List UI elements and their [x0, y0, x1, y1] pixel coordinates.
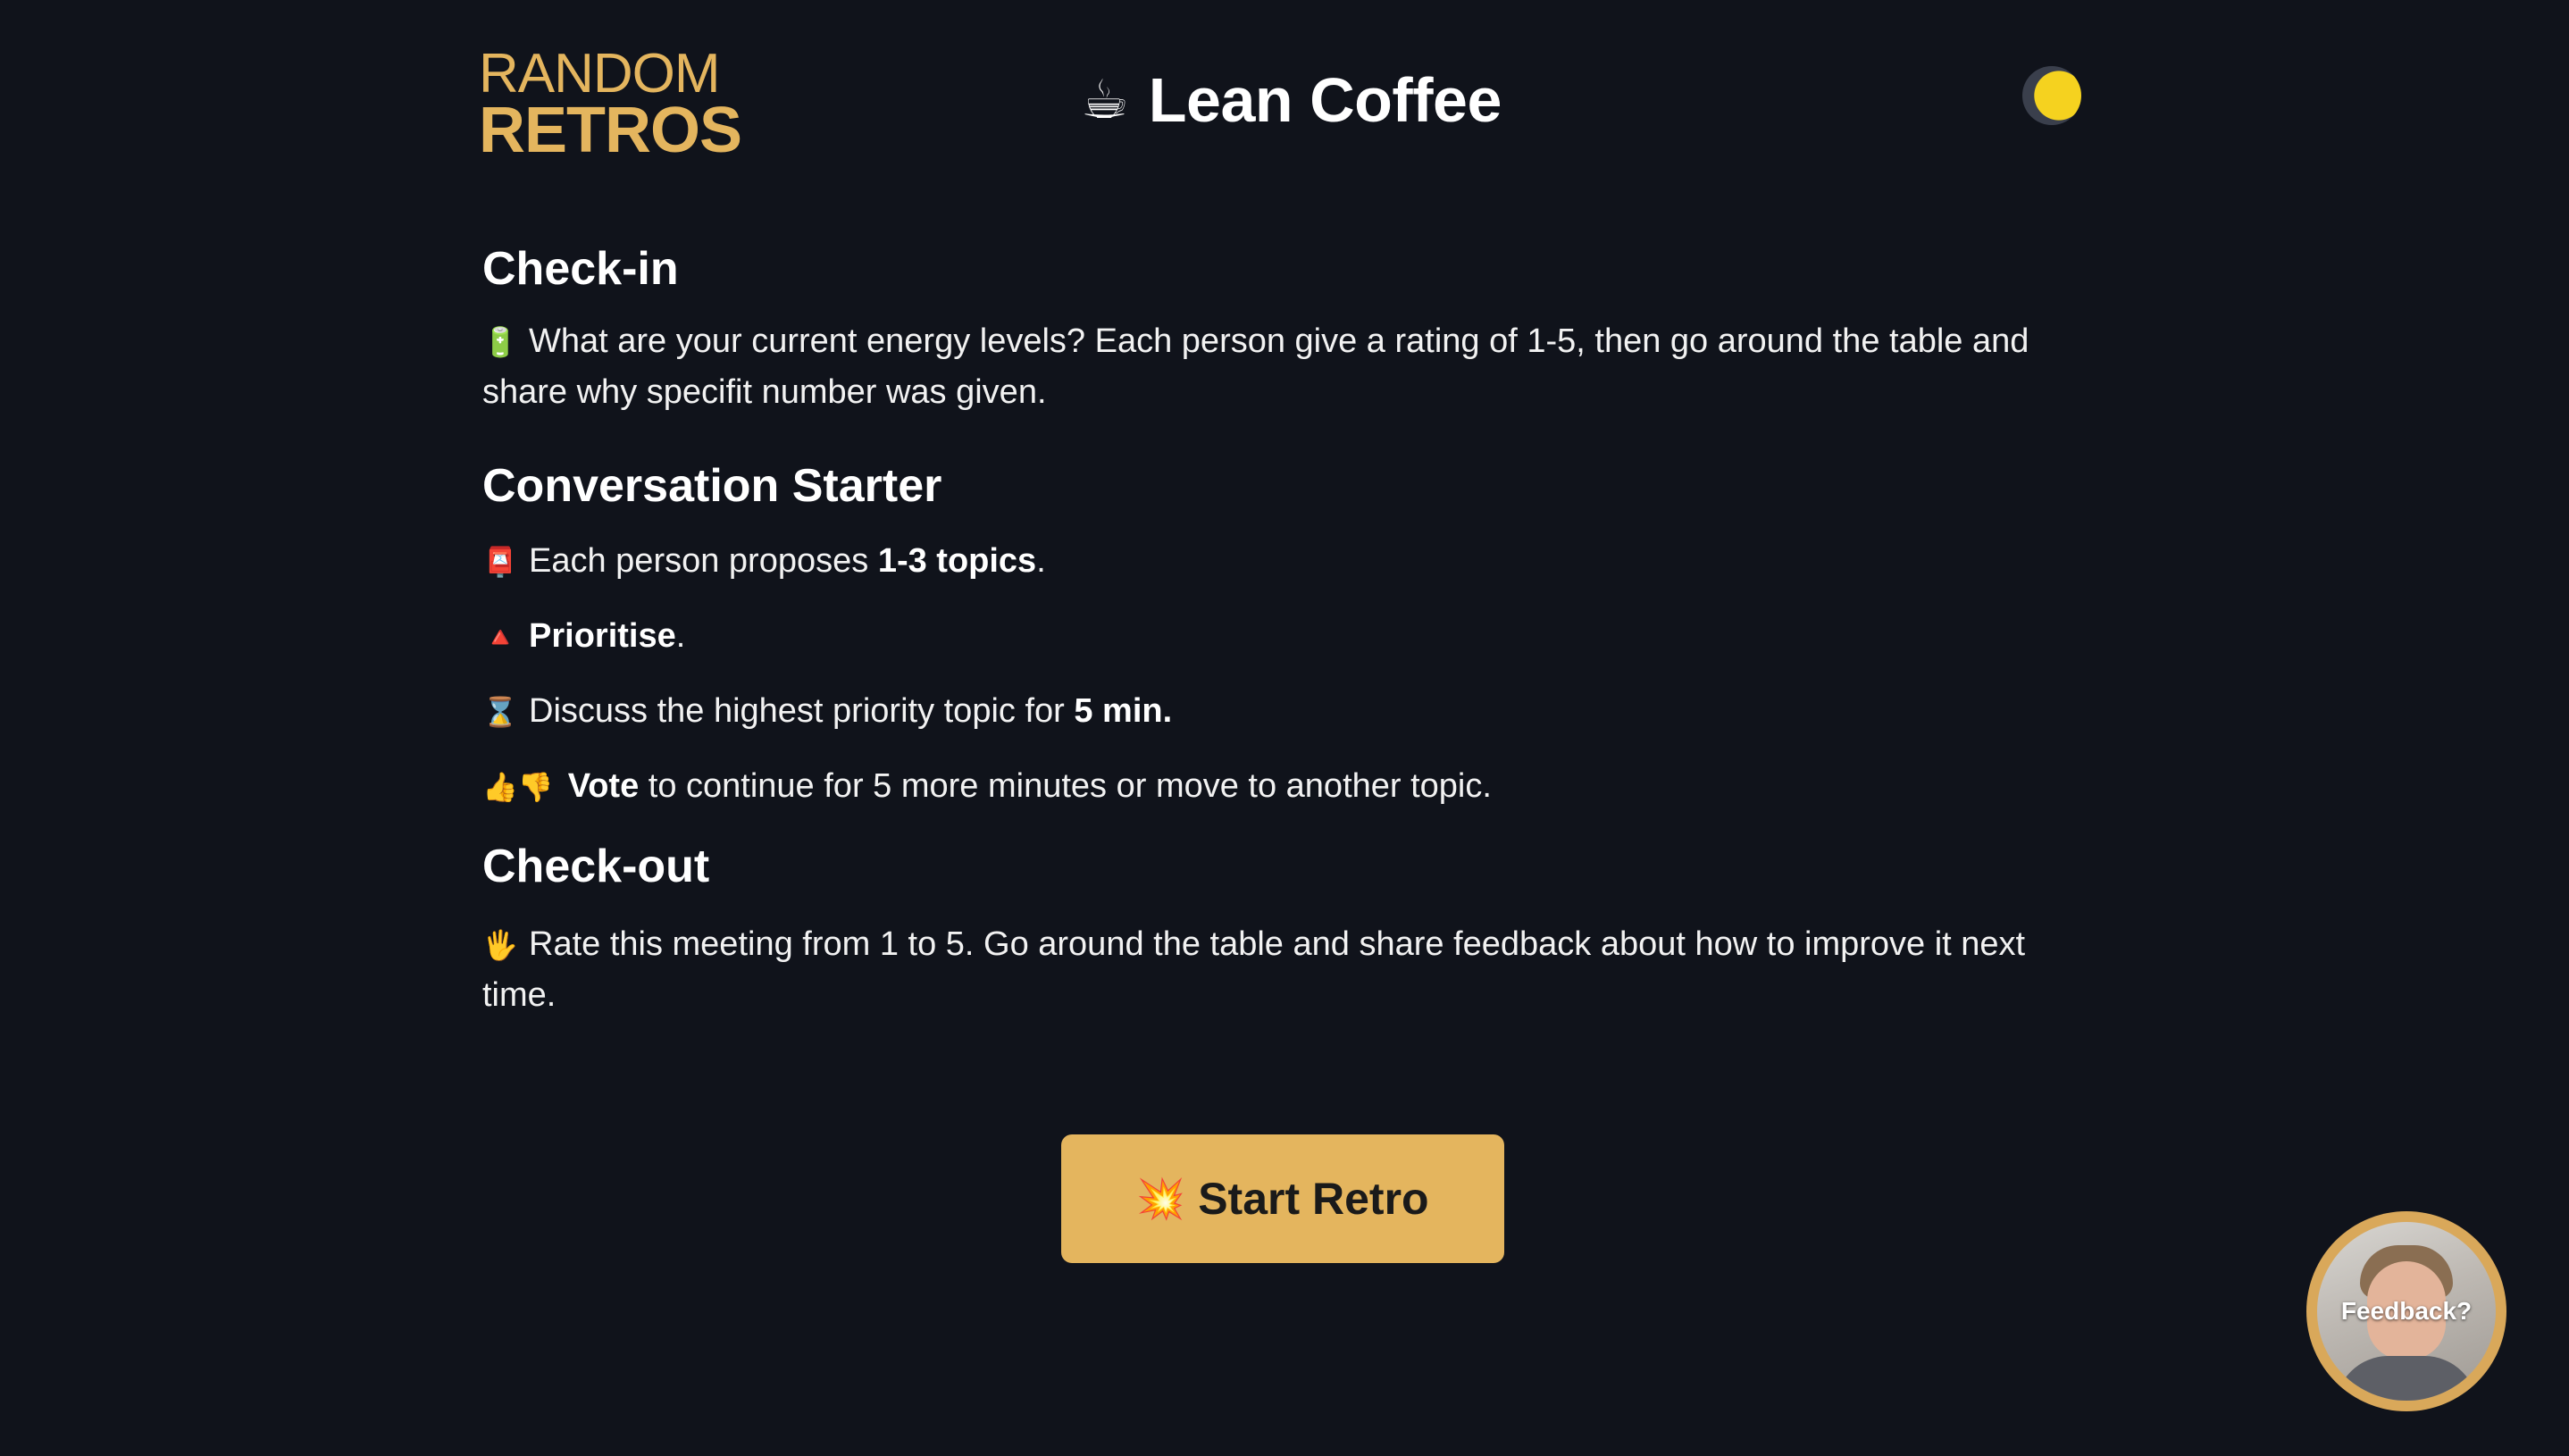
postbox-icon: 📮	[482, 545, 518, 578]
section-checkin: Check-in 🔋 What are your current energy l…	[482, 241, 2090, 417]
red-triangle-icon: 🔺	[482, 620, 518, 653]
checkin-text-body: What are your current energy levels? Eac…	[482, 322, 2029, 412]
section-heading-checkin: Check-in	[482, 243, 679, 295]
coffee-icon: ☕	[1081, 70, 1129, 130]
logo-line-retros: RETROS	[479, 95, 742, 166]
start-retro-label: Start Retro	[1198, 1174, 1429, 1224]
item-text-after: .	[1036, 541, 1046, 580]
list-item: 🔺 Prioritise.	[482, 611, 2090, 662]
item-text: Discuss the highest priority topic for	[529, 691, 1075, 730]
logo-line-random: RANDOM	[479, 43, 721, 105]
thumbs-up-down-icon: 👍👎	[482, 770, 554, 803]
start-retro-button[interactable]: 💥 Start Retro	[1061, 1134, 1504, 1263]
logo[interactable]: RANDOM RETROS	[479, 43, 742, 166]
page: RANDOM RETROS ☕ Lean Coffee Check-in 🔋 Wh…	[0, 0, 2569, 1456]
raised-hand-icon: 🖐	[482, 929, 518, 962]
page-title: Lean Coffee	[1148, 65, 1502, 135]
retro-content: Check-in 🔋 What are your current energy l…	[482, 241, 2090, 1020]
item-bold: 1-3 topics	[877, 541, 1037, 580]
section-conversation-starter: Conversation Starter 📮 Each person propos…	[482, 458, 2090, 811]
item-bold: 5 min.	[1074, 691, 1173, 730]
battery-icon: 🔋	[482, 326, 518, 359]
feedback-button[interactable]: Feedback?	[2306, 1211, 2506, 1411]
section-heading-conversation: Conversation Starter	[482, 460, 942, 513]
list-item: 👍👎 Vote to continue for 5 more minutes or…	[482, 761, 2090, 812]
checkout-text-body: Rate this meeting from 1 to 5. Go around…	[482, 925, 2026, 1015]
list-item: ⌛ Discuss the highest priority topic for …	[482, 686, 2090, 737]
item-text-after: .	[675, 616, 686, 655]
item-bold: Prioritise	[529, 616, 676, 655]
checkout-text: 🖐 Rate this meeting from 1 to 5. Go aroun…	[482, 919, 2090, 1020]
item-text: Each person proposes	[529, 541, 878, 580]
checkin-text: 🔋 What are your current energy levels? Ea…	[482, 316, 2090, 417]
list-item: 📮 Each person proposes 1-3 topics.	[482, 536, 2090, 587]
section-heading-checkout: Check-out	[482, 840, 710, 892]
feedback-label: Feedback?	[2340, 1297, 2473, 1325]
page-title-group: ☕ Lean Coffee	[1081, 55, 1502, 145]
section-checkout: Check-out 🖐 Rate this meeting from 1 to 5…	[482, 839, 2090, 1020]
hourglass-icon: ⌛	[482, 695, 518, 728]
item-text-after: to continue for 5 more minutes or move t…	[639, 766, 1492, 805]
item-bold: Vote	[567, 766, 640, 805]
theme-toggle-moon-icon[interactable]	[2022, 66, 2081, 125]
collision-icon: 💥	[1136, 1177, 1186, 1221]
